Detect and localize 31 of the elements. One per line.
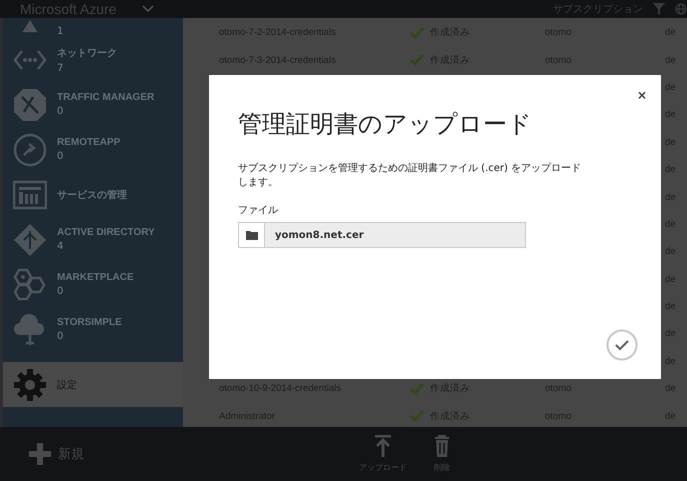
sidebar-item[interactable]: 設定 (3, 362, 183, 407)
checkmark-icon (410, 382, 424, 395)
hexagons-icon (13, 268, 47, 302)
plus-icon[interactable] (29, 443, 51, 465)
file-input-field[interactable]: yomon8.net.cer (238, 222, 526, 248)
dialog-description: サブスクリプションを管理するための証明書ファイル (.cer) をアップロードします。 (238, 162, 582, 190)
checkmark-icon (410, 26, 424, 39)
sidebar-item[interactable]: ネットワーク 7 (3, 37, 183, 82)
sidebar-item[interactable]: MARKETPLACE 0 (3, 262, 183, 307)
diamond-icon (13, 222, 47, 256)
checkmark-icon (410, 54, 424, 66)
checkmark-icon (410, 410, 424, 422)
chevron-down-icon[interactable] (142, 5, 154, 13)
sidebar-item[interactable]: 1 (3, 18, 183, 37)
sidebar-item[interactable]: サービスの管理 (3, 172, 183, 217)
trash-icon (433, 435, 451, 458)
sidebar-item[interactable]: REMOTEAPP 0 (3, 127, 183, 172)
close-button[interactable]: × (634, 87, 649, 103)
gear-icon (13, 368, 47, 402)
field-label: ファイル (238, 204, 279, 217)
confirm-check-icon[interactable] (606, 329, 638, 361)
sidebar-item[interactable]: STORSIMPLE 0 (3, 307, 183, 352)
folder-icon[interactable] (246, 230, 258, 240)
sidebar-item[interactable]: ACTIVE DIRECTORY 4 (3, 217, 183, 262)
filter-icon[interactable] (653, 3, 665, 15)
dialog-title: 管理証明書のアップロード (238, 109, 533, 140)
sidebar-item[interactable]: TRAFFIC MANAGER 0 (3, 82, 183, 127)
globe-icon[interactable] (675, 3, 687, 15)
circle-arrows-icon (13, 132, 47, 166)
upload-icon (374, 435, 392, 458)
cloud-icon (13, 312, 47, 346)
